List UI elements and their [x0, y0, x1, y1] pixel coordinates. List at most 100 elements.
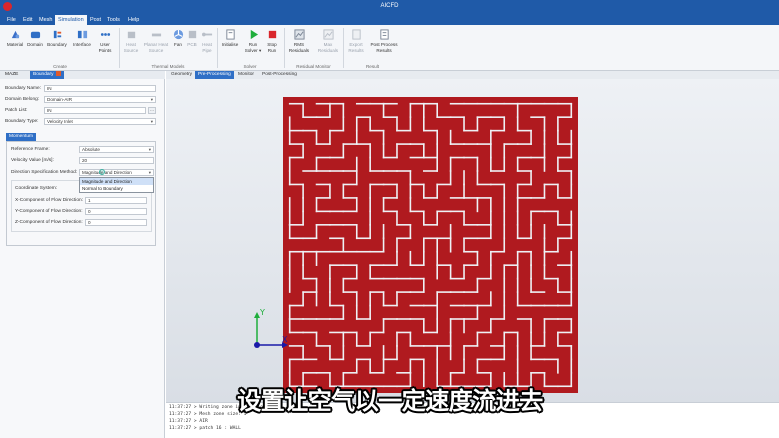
solver-group-label: Solver [243, 64, 257, 69]
mouse-cursor-indicator [99, 169, 105, 175]
export-results-button[interactable]: Export Results [346, 29, 366, 53]
axis-triad: Y X [254, 308, 288, 348]
patch-list-label: Patch List: [5, 108, 28, 113]
domain-belong-select[interactable]: Domain-AIR ▾ [44, 96, 156, 103]
tab-pre-processing[interactable]: Pre-Processing [195, 71, 234, 79]
create-group-label: Create [53, 64, 67, 69]
x-component-label: X-Component of Flow Direction: [15, 198, 83, 203]
menu-bar: File Edit Mesh Simulation Post Tools Hel… [0, 14, 779, 25]
tab-monitor[interactable]: Monitor [235, 71, 257, 79]
tab-momentum[interactable]: Momentum [6, 133, 36, 141]
ribbon-toolbar: Material Domain Boundary Interface User … [0, 25, 779, 71]
interface-button[interactable]: Interface [71, 29, 93, 48]
ribbon-separator [217, 28, 218, 68]
heat-pipe-icon [201, 32, 212, 37]
initialise-icon [225, 29, 235, 40]
heat-pipe-button[interactable]: Heat Pipe [200, 29, 214, 53]
tab-boundary-label: Boundary [33, 72, 54, 77]
x-axis-label: X [282, 335, 288, 344]
max-residuals-icon [322, 29, 334, 40]
console-line: 11:37:27 > patch 16 : WALL [169, 426, 241, 431]
tab-boundary[interactable]: Boundary [30, 71, 64, 79]
patch-list-input[interactable]: IN [44, 107, 146, 114]
y-component-input[interactable]: 0 [85, 208, 147, 215]
title-bar: AICFD [0, 0, 779, 14]
maze-geometry[interactable] [283, 97, 578, 393]
y-axis-label: Y [259, 308, 265, 317]
reference-frame-value: Absolute [82, 147, 100, 152]
boundary-type-label: Boundary Type: [5, 119, 39, 124]
run-solver-icon [250, 29, 258, 40]
reference-frame-label: Reference Frame: [11, 147, 50, 152]
menu-simulation[interactable]: Simulation [55, 15, 87, 25]
export-results-icon [351, 29, 361, 40]
menu-file[interactable]: File [4, 15, 19, 25]
chevron-down-icon: ▾ [150, 119, 153, 124]
rms-residuals-button[interactable]: RMS Residuals [287, 29, 311, 53]
z-component-input[interactable]: 0 [85, 219, 147, 226]
boundary-name-input[interactable]: IN [44, 85, 156, 92]
material-icon [11, 30, 19, 39]
chevron-down-icon: ▾ [150, 97, 153, 102]
menu-mesh[interactable]: Mesh [36, 15, 55, 25]
menu-tools[interactable]: Tools [104, 15, 123, 25]
tab-geometry[interactable]: Geometry [168, 71, 195, 79]
heat-source-icon [127, 31, 135, 39]
console-line: 11:37:27 > AIR [169, 419, 208, 424]
fan-button[interactable]: Fan [171, 29, 185, 48]
y-component-label: Y-Component of Flow Direction: [15, 209, 83, 214]
direction-method-select[interactable]: Magnitude and Direction ▾ [79, 169, 154, 176]
initialise-button[interactable]: Initialise [220, 29, 240, 48]
chevron-down-icon: ▾ [148, 170, 151, 175]
thermal-models-group-label: Thermal Models [151, 64, 185, 69]
patch-list-browse-button[interactable]: ... [148, 107, 156, 114]
boundary-button[interactable]: Boundary [46, 29, 68, 48]
domain-button[interactable]: Domain [26, 29, 44, 48]
velocity-value-input[interactable]: 20 [79, 157, 154, 164]
domain-belong-label: Domain Belong: [5, 97, 40, 102]
pcb-button[interactable]: PCB [186, 29, 198, 48]
tab-post-processing[interactable]: Post-Processing [259, 71, 300, 79]
interface-icon [77, 30, 87, 39]
maze-walls [283, 97, 578, 393]
boundary-type-value: Velocity Inlet [47, 119, 73, 124]
axis-origin [254, 342, 260, 348]
run-solver-button[interactable]: Run Solver ▾ [243, 29, 263, 53]
ribbon-separator [343, 28, 344, 68]
boundary-type-select[interactable]: Velocity Inlet ▾ [44, 118, 156, 125]
user-points-button[interactable]: User Points [95, 29, 115, 53]
residual-monitor-group-label: Residual Monitor [296, 64, 331, 69]
coordinate-system-label: Coordinate System: [15, 186, 58, 191]
tab-maze[interactable]: MAZE [2, 71, 21, 79]
viewport-tabs: Geometry Pre-Processing Monitor Post-Pro… [166, 71, 779, 79]
x-component-input[interactable]: 1 [85, 197, 147, 204]
material-button[interactable]: Material [5, 29, 25, 48]
max-residuals-button[interactable]: Max Residuals [316, 29, 340, 53]
heat-source-button[interactable]: Heat Source [122, 29, 140, 53]
ribbon-separator [284, 28, 285, 68]
planar-heat-source-icon [151, 33, 161, 37]
dropdown-option[interactable]: Magnitude and Direction [80, 178, 153, 185]
post-process-results-icon [379, 29, 389, 40]
velocity-value-label: Velocity Value [m/s]: [11, 158, 54, 163]
direction-method-value: Magnitude and Direction [82, 170, 132, 175]
video-subtitle: 设置让空气以一定速度流进去 [237, 387, 543, 415]
result-group-label: Result [365, 64, 380, 69]
planar-heat-source-button[interactable]: Planar Heat Source [143, 29, 169, 53]
ribbon-separator [119, 28, 120, 68]
z-component-label: Z-Component of Flow Direction: [15, 220, 83, 225]
domain-belong-value: Domain-AIR [47, 97, 73, 102]
menu-post[interactable]: Post [87, 15, 104, 25]
reference-frame-select[interactable]: Absolute ▾ [79, 146, 154, 153]
chevron-down-icon: ▾ [148, 147, 151, 152]
menu-edit[interactable]: Edit [20, 15, 35, 25]
stop-run-button[interactable]: Stop Run [265, 29, 279, 53]
dropdown-option[interactable]: Normal to Boundary [80, 185, 153, 192]
domain-icon [30, 31, 40, 39]
stop-run-icon [268, 30, 276, 39]
menu-help[interactable]: Help [125, 15, 142, 25]
pcb-icon [188, 30, 196, 39]
direction-method-dropdown: Magnitude and Direction Normal to Bounda… [79, 177, 154, 193]
post-process-results-button[interactable]: Post Process Results [369, 29, 399, 53]
close-icon[interactable] [55, 71, 61, 77]
